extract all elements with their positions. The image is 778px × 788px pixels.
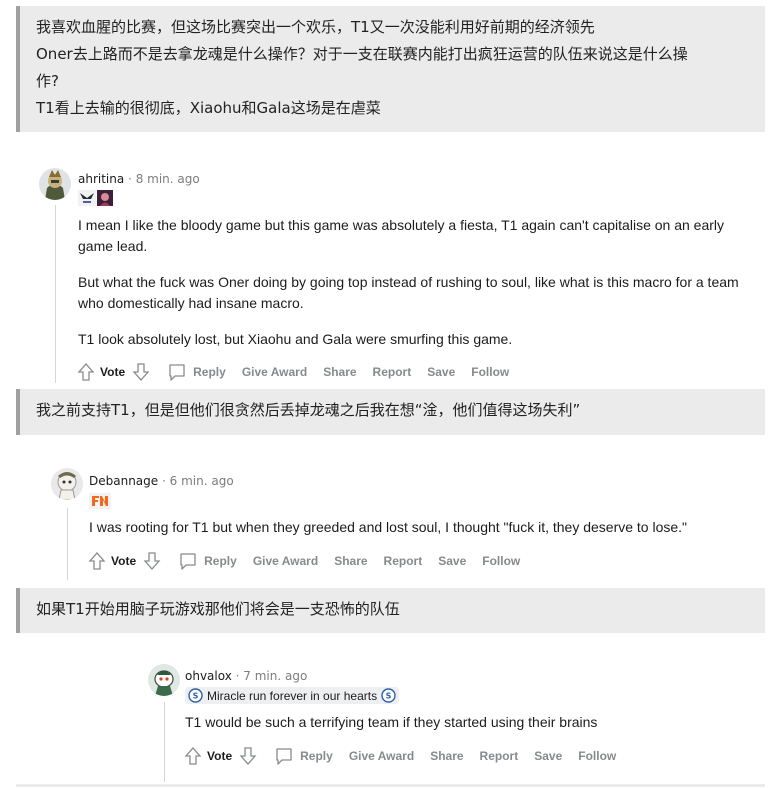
comment-body: I was rooting for T1 but when they greed… — [89, 517, 749, 553]
translation-line: 我之前支持T1，但是但他们很贪然后丢掉龙魂之后我在想“淦，他们值得这场失利” — [36, 401, 581, 419]
username[interactable]: Debannage — [89, 474, 158, 488]
comment-paragraph: But what the fuck was Oner doing by goin… — [78, 274, 739, 311]
comment-actions: Vote Reply Give Award Share Report Save … — [183, 744, 632, 768]
thread-line[interactable] — [164, 702, 165, 782]
share-button[interactable]: Share — [334, 554, 367, 568]
translation-block: 如果T1开始用脑子玩游戏那他们将会是一支恐怖的队伍 — [16, 588, 765, 633]
follow-button[interactable]: Follow — [471, 365, 509, 379]
save-button[interactable]: Save — [534, 749, 562, 763]
translation-block: 我之前支持T1，但是但他们很贪然后丢掉龙魂之后我在想“淦，他们值得这场失利” — [16, 389, 765, 435]
flair-text: Miracle run forever in our hearts — [207, 688, 378, 703]
follow-button[interactable]: Follow — [482, 554, 520, 568]
vote-count: Vote — [111, 554, 137, 568]
give-award-button[interactable]: Give Award — [349, 749, 414, 763]
report-button[interactable]: Report — [384, 554, 423, 568]
timestamp[interactable]: 7 min. ago — [243, 669, 307, 683]
report-button[interactable]: Report — [480, 749, 519, 763]
user-flair — [78, 189, 113, 206]
reply-button[interactable]: Reply — [300, 749, 333, 763]
save-button[interactable]: Save — [427, 365, 455, 379]
translation-line: 如果T1开始用脑子玩游戏那他们将会是一支恐怖的队伍 — [36, 600, 400, 618]
translation-line: 作? — [36, 72, 59, 90]
divider — [16, 784, 765, 787]
champion-portrait-icon — [97, 189, 113, 206]
translation-line: 我喜欢血腥的比赛，但这场比赛突出一个欢乐，T1又一次没能利用好前期的经济领先 — [36, 18, 595, 36]
timestamp[interactable]: 8 min. ago — [136, 172, 200, 186]
user-flair — [89, 492, 111, 509]
comment-bubble-icon[interactable] — [178, 551, 198, 571]
comment-paragraph: I mean I like the bloody game but this g… — [78, 217, 725, 254]
schalke-logo-icon: S — [381, 688, 396, 703]
comment-meta: ohvalox · 7 min. ago — [185, 668, 307, 684]
follow-button[interactable]: Follow — [578, 749, 616, 763]
downvote-arrow-icon[interactable] — [142, 551, 162, 571]
share-button[interactable]: Share — [430, 749, 463, 763]
reply-button[interactable]: Reply — [193, 365, 226, 379]
save-button[interactable]: Save — [438, 554, 466, 568]
translation-block: 我喜欢血腥的比赛，但这场比赛突出一个欢乐，T1又一次没能利用好前期的经济领先 O… — [16, 6, 765, 132]
give-award-button[interactable]: Give Award — [242, 365, 307, 379]
timestamp[interactable]: 6 min. ago — [170, 474, 234, 488]
svg-text:S: S — [386, 692, 392, 701]
comment-meta: ahritina · 8 min. ago — [78, 171, 200, 187]
comment-bubble-icon[interactable] — [274, 746, 294, 766]
comment-paragraph: I was rooting for T1 but when they greed… — [89, 519, 688, 535]
avatar[interactable] — [39, 168, 71, 200]
thread-line[interactable] — [55, 205, 56, 383]
report-button[interactable]: Report — [373, 365, 412, 379]
comment-body: T1 would be such a terrifying team if th… — [185, 712, 745, 748]
svg-text:S: S — [193, 692, 199, 701]
reply-button[interactable]: Reply — [204, 554, 237, 568]
thread-line[interactable] — [67, 508, 68, 580]
lck-logo-icon — [78, 189, 96, 206]
vote-count: Vote — [207, 749, 233, 763]
meta-separator: · — [162, 474, 170, 488]
user-flair: S Miracle run forever in our hearts S — [185, 687, 400, 704]
avatar[interactable] — [51, 468, 83, 500]
downvote-arrow-icon[interactable] — [238, 746, 258, 766]
upvote-arrow-icon[interactable] — [183, 746, 203, 766]
username[interactable]: ahritina — [78, 172, 124, 186]
comment-meta: Debannage · 6 min. ago — [89, 473, 234, 489]
comment-actions: Vote Reply Give Award Share Report Save … — [76, 360, 525, 384]
downvote-arrow-icon[interactable] — [131, 362, 151, 382]
translation-line: Oner去上路而不是去拿龙魂是什么操作？对于一支在联赛内能打出疯狂运营的队伍来说… — [36, 45, 688, 63]
upvote-arrow-icon[interactable] — [76, 362, 96, 382]
comment-actions: Vote Reply Give Award Share Report Save … — [87, 549, 536, 573]
give-award-button[interactable]: Give Award — [253, 554, 318, 568]
schalke-logo-icon: S — [188, 688, 203, 703]
meta-separator: · — [128, 172, 136, 186]
comment-body: I mean I like the bloody game but this g… — [78, 215, 748, 365]
fnatic-logo-icon — [89, 492, 111, 509]
comment-bubble-icon[interactable] — [167, 362, 187, 382]
comment-paragraph: T1 look absolutely lost, but Xiaohu and … — [78, 331, 513, 347]
username[interactable]: ohvalox — [185, 669, 232, 683]
avatar[interactable] — [148, 664, 180, 696]
translation-line: T1看上去输的很彻底，Xiaohu和Gala这场是在虐菜 — [36, 99, 381, 117]
vote-count: Vote — [100, 365, 126, 379]
comment-paragraph: T1 would be such a terrifying team if th… — [185, 714, 598, 730]
upvote-arrow-icon[interactable] — [87, 551, 107, 571]
share-button[interactable]: Share — [323, 365, 356, 379]
